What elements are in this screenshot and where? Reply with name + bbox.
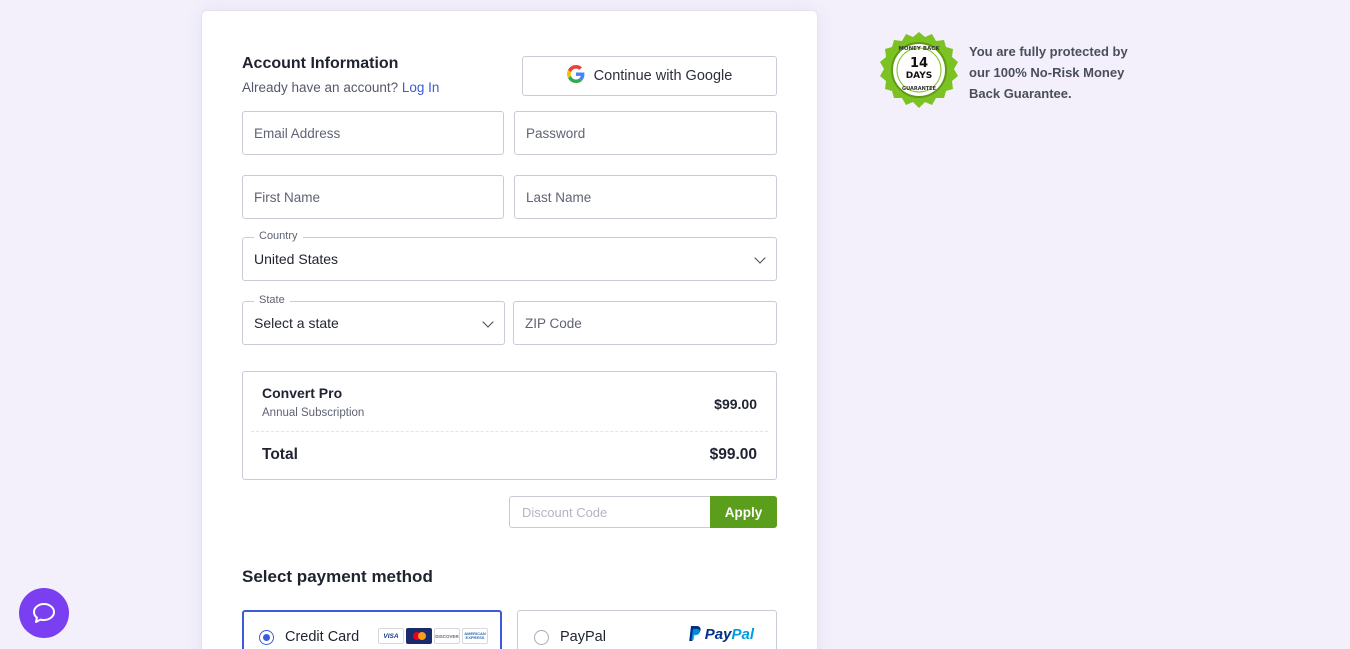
login-link[interactable]: Log In [402, 80, 440, 95]
product-plan: Annual Subscription [262, 407, 365, 419]
paypal-p-icon [688, 626, 701, 641]
paypal-label: PayPal [560, 629, 606, 645]
apply-discount-button[interactable]: Apply [710, 496, 777, 528]
badge-text: MONEY BACK 14 DAYS GUARANTEE [898, 46, 940, 92]
google-button-label: Continue with Google [593, 68, 733, 84]
paypal-logo: PayPal [688, 625, 754, 643]
total-price: $99.00 [709, 446, 757, 463]
chat-bubble-icon [33, 603, 55, 623]
password-input[interactable] [526, 112, 776, 154]
google-g-icon [566, 65, 585, 87]
account-login-prompt: Already have an account? Log In [242, 80, 439, 95]
login-prompt-text: Already have an account? [242, 80, 399, 95]
country-select[interactable]: Country United States [242, 230, 777, 281]
order-summary: Convert Pro Annual Subscription $99.00 T… [242, 371, 777, 480]
paypal-radio[interactable] [534, 630, 549, 645]
checkout-card: Account Information Already have an acco… [201, 10, 818, 649]
payment-option-credit-card[interactable]: Credit Card VISA DISCOVER AMERICAN EXPRE… [242, 610, 502, 649]
country-label: Country [254, 230, 303, 242]
zip-code-input[interactable] [525, 302, 776, 344]
product-price: $99.00 [714, 396, 757, 412]
continue-with-google-button[interactable]: Continue with Google [522, 56, 777, 96]
discover-icon: DISCOVER [434, 628, 460, 644]
total-label: Total [262, 446, 298, 463]
discount-code-input[interactable] [522, 504, 711, 520]
payment-option-paypal[interactable]: PayPal PayPal [517, 610, 777, 649]
credit-card-radio[interactable] [259, 630, 274, 645]
password-field[interactable] [514, 111, 777, 155]
first-name-field[interactable] [242, 175, 504, 219]
email-field[interactable] [242, 111, 504, 155]
email-input[interactable] [254, 112, 503, 154]
zip-code-field[interactable] [513, 301, 777, 345]
summary-divider [251, 431, 768, 432]
visa-icon: VISA [378, 628, 404, 644]
account-info-title: Account Information [242, 55, 399, 72]
mastercard-icon [406, 628, 432, 644]
payment-method-title: Select payment method [242, 567, 433, 586]
amex-icon: AMERICAN EXPRESS [462, 628, 488, 644]
chevron-down-icon [482, 316, 494, 328]
guarantee-text: You are fully protected by our 100% No-R… [969, 44, 1128, 101]
last-name-input[interactable] [526, 176, 776, 218]
state-label: State [254, 294, 290, 306]
state-select[interactable]: State Select a state [242, 294, 505, 345]
last-name-field[interactable] [514, 175, 777, 219]
credit-card-label: Credit Card [285, 629, 360, 645]
country-value: United States [254, 251, 339, 267]
card-brand-logos: VISA DISCOVER AMERICAN EXPRESS [378, 628, 488, 644]
product-name: Convert Pro [262, 385, 343, 401]
paypal-wordmark: PayPal [704, 625, 754, 643]
chat-launcher-button[interactable] [19, 588, 69, 638]
first-name-input[interactable] [254, 176, 503, 218]
state-value: Select a state [254, 315, 339, 331]
money-back-guarantee: MONEY BACK 14 DAYS GUARANTEE You are ful… [879, 31, 1128, 111]
chevron-down-icon [754, 252, 766, 264]
discount-code-field[interactable] [509, 496, 711, 528]
